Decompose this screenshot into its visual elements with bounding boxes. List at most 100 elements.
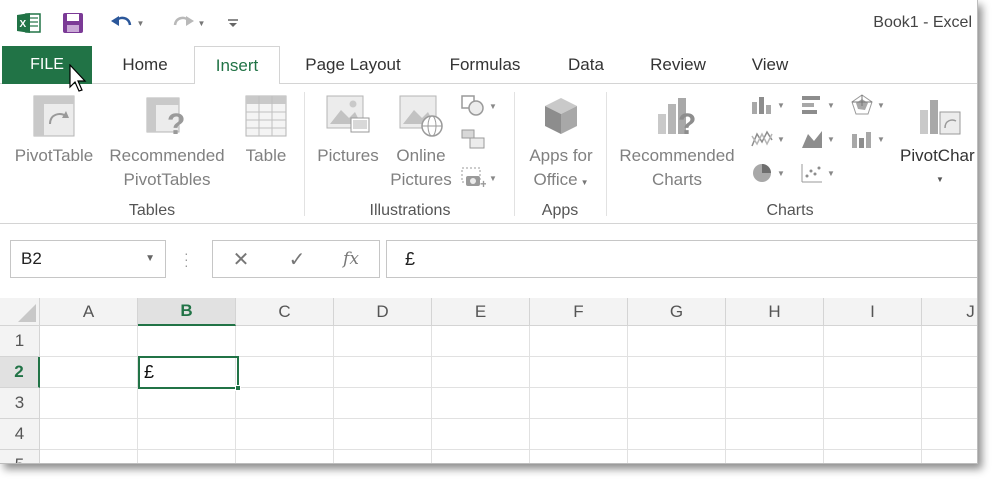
area-chart-dropdown-icon[interactable]: ▼	[827, 135, 835, 144]
row-header-2[interactable]: 2	[0, 357, 40, 388]
shapes-icon	[461, 95, 484, 116]
gridline-vertical	[921, 326, 922, 463]
enter-icon[interactable]: ✓	[277, 245, 317, 273]
pivottable-button[interactable]: PivotTable	[8, 94, 100, 168]
name-box[interactable]: B2 ▼	[10, 240, 166, 278]
tab-formulas[interactable]: Formulas	[436, 46, 534, 84]
column-header-h[interactable]: H	[726, 298, 824, 326]
tab-insert[interactable]: Insert	[194, 46, 280, 85]
column-header-g[interactable]: G	[628, 298, 726, 326]
formula-bar-grip-icon[interactable]: · · ·	[184, 246, 189, 272]
gridline-vertical	[431, 326, 432, 463]
tab-review[interactable]: Review	[638, 46, 718, 84]
pie-chart-button[interactable]: ▼	[750, 162, 785, 184]
tab-view[interactable]: View	[740, 46, 800, 84]
column-chart-button[interactable]: ▼	[750, 94, 785, 116]
redo-dropdown-icon[interactable]: ▼	[198, 19, 206, 28]
smartart-button[interactable]	[460, 126, 486, 150]
row-header-5[interactable]: 5	[0, 450, 40, 463]
save-icon[interactable]	[60, 10, 86, 36]
screenshot-button[interactable]: + ▼	[460, 166, 497, 190]
table-icon	[245, 95, 287, 137]
column-header-c[interactable]: C	[236, 298, 334, 326]
tab-page-layout[interactable]: Page Layout	[292, 46, 414, 84]
select-all-corner[interactable]	[0, 298, 40, 326]
pivotchart-dropdown-icon[interactable]: ▼	[936, 168, 977, 192]
column-header-f[interactable]: F	[530, 298, 628, 326]
line-chart-dropdown-icon[interactable]: ▼	[777, 135, 785, 144]
column-header-j[interactable]: J	[922, 298, 977, 326]
table-button[interactable]: Table	[238, 94, 294, 168]
group-separator	[606, 92, 607, 216]
shapes-button[interactable]: ▼	[460, 94, 497, 118]
undo-icon[interactable]: ▼	[104, 10, 150, 36]
gridline-vertical	[725, 326, 726, 463]
area-chart-button[interactable]: ▼	[800, 128, 835, 150]
column-chart-dropdown-icon[interactable]: ▼	[777, 101, 785, 110]
insert-function-icon[interactable]: fx	[331, 245, 371, 273]
apps-for-office-label-2: Office	[533, 170, 578, 189]
cancel-icon[interactable]: ✕	[221, 245, 261, 273]
online-pictures-label-2: Pictures	[390, 170, 452, 189]
scatter-chart-dropdown-icon[interactable]: ▼	[827, 169, 835, 178]
redo-icon[interactable]: ▼	[165, 10, 211, 36]
apps-for-office-button[interactable]: Apps for Office ▼	[520, 94, 602, 195]
group-label-apps: Apps	[541, 202, 579, 219]
recommended-charts-button[interactable]: ? Recommended Charts	[612, 94, 742, 192]
radar-chart-dropdown-icon[interactable]: ▼	[877, 101, 885, 110]
pictures-label: Pictures	[317, 146, 379, 165]
online-pictures-icon	[399, 95, 443, 137]
gridline-vertical	[235, 326, 236, 463]
bar-chart-button[interactable]: ▼	[800, 94, 835, 116]
undo-dropdown-icon[interactable]: ▼	[137, 19, 145, 28]
tab-data[interactable]: Data	[556, 46, 616, 84]
combo-chart-dropdown-icon[interactable]: ▼	[877, 135, 885, 144]
formula-bar: B2 ▼ · · · ✕ ✓ fx £	[0, 224, 977, 298]
column-chart-icon	[752, 97, 771, 114]
area-chart-icon	[802, 131, 822, 148]
column-header-d[interactable]: D	[334, 298, 432, 326]
recommended-charts-label-1: Recommended	[619, 146, 735, 165]
line-chart-button[interactable]: ▼	[750, 128, 785, 150]
fill-handle[interactable]	[235, 385, 241, 391]
pictures-icon	[326, 95, 370, 133]
shapes-dropdown-icon[interactable]: ▼	[489, 102, 497, 111]
active-cell-b2[interactable]: £	[138, 356, 241, 391]
pivotchart-button[interactable]: PivotChar ▼	[896, 94, 977, 192]
svg-text:?: ?	[167, 108, 185, 138]
tab-home[interactable]: Home	[104, 46, 186, 84]
group-label-tables: Tables	[128, 202, 176, 219]
active-cell-value: £	[144, 362, 155, 382]
customize-qat-icon[interactable]	[224, 10, 242, 36]
recommended-pivottables-button[interactable]: ? Recommended PivotTables	[104, 94, 230, 192]
radar-chart-button[interactable]: ▼	[850, 94, 885, 116]
bar-chart-dropdown-icon[interactable]: ▼	[827, 101, 835, 110]
row-header-1[interactable]: 1	[0, 326, 40, 357]
column-header-i[interactable]: I	[824, 298, 922, 326]
pie-chart-icon	[753, 164, 771, 182]
combo-chart-button[interactable]: ▼	[850, 128, 885, 150]
name-box-dropdown-icon[interactable]: ▼	[145, 253, 155, 264]
combo-chart-icon	[852, 132, 871, 148]
recommended-pivottables-icon: ?	[146, 97, 185, 138]
row-header-3[interactable]: 3	[0, 388, 40, 419]
column-header-e[interactable]: E	[432, 298, 530, 326]
scatter-chart-button[interactable]: ▼	[800, 162, 835, 184]
svg-text:+: +	[480, 177, 486, 190]
group-separator	[304, 92, 305, 216]
gridline-vertical	[823, 326, 824, 463]
excel-icon[interactable]: X	[16, 10, 42, 36]
apps-dropdown-icon[interactable]: ▼	[581, 178, 589, 187]
pie-chart-dropdown-icon[interactable]: ▼	[777, 169, 785, 178]
svg-text:X: X	[20, 19, 27, 30]
screenshot-dropdown-icon[interactable]: ▼	[489, 174, 497, 183]
formula-input[interactable]: £	[386, 240, 977, 278]
gridline-vertical	[137, 326, 138, 463]
online-pictures-button[interactable]: Online Pictures	[386, 94, 456, 192]
column-header-a[interactable]: A	[40, 298, 138, 326]
column-header-b[interactable]: B	[138, 298, 236, 326]
pictures-button[interactable]: Pictures	[312, 94, 384, 168]
excel-window: X ▼ ▼ Book1 - Excel FILE Home Insert Pag…	[0, 0, 978, 464]
row-header-4[interactable]: 4	[0, 419, 40, 450]
group-separator	[514, 92, 515, 216]
